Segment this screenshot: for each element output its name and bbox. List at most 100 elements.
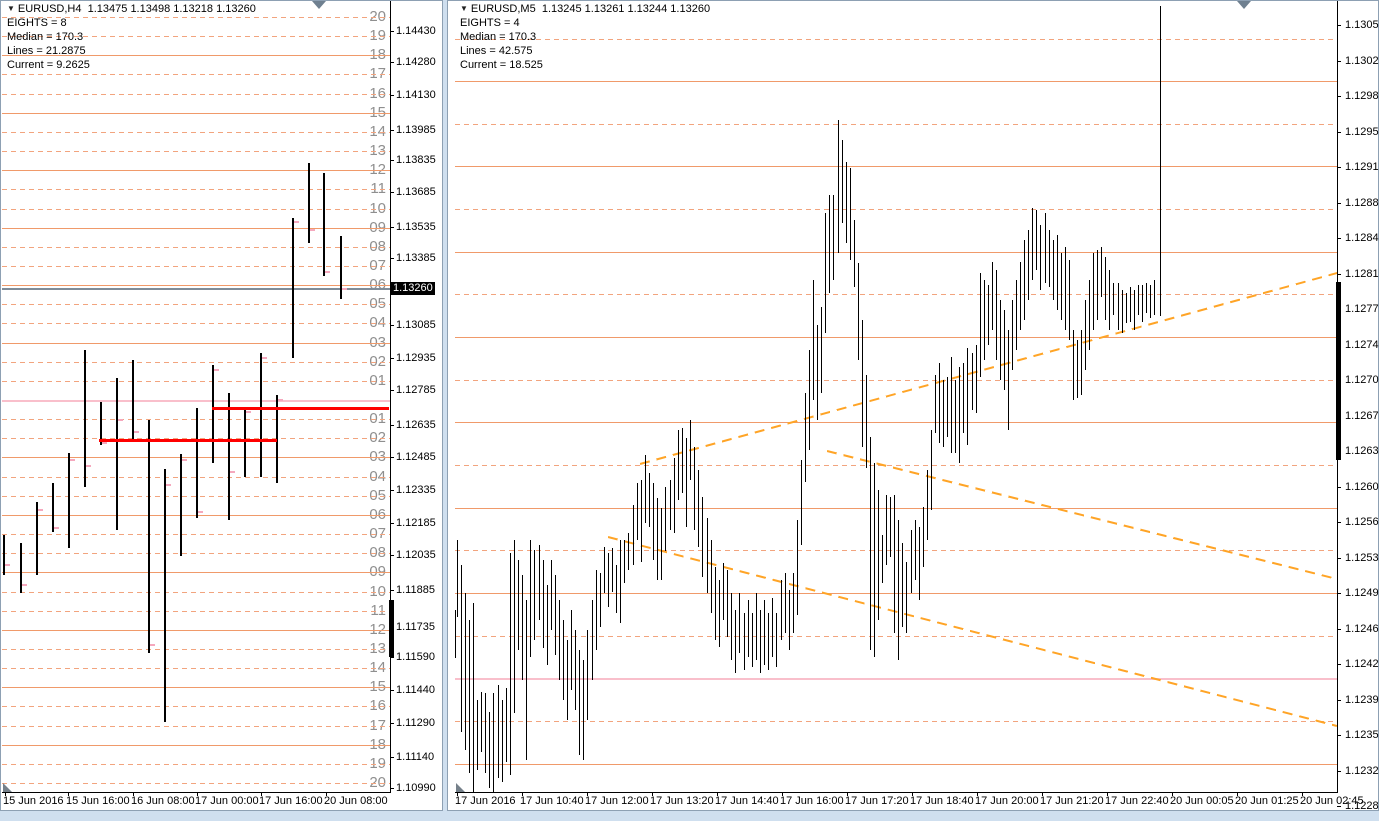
price-bar — [756, 593, 757, 660]
time-axis-tick — [5, 793, 6, 796]
price-bar — [707, 518, 708, 593]
price-bar — [1085, 300, 1086, 370]
eighths-gridline — [455, 721, 1337, 722]
price-bar — [608, 553, 609, 607]
price-bar — [1057, 235, 1058, 310]
close-tick — [278, 399, 283, 401]
price-axis-tick — [1337, 238, 1341, 239]
eighths-gridline — [2, 572, 390, 573]
price-bar — [1142, 285, 1143, 322]
price-bar — [906, 562, 907, 633]
price-bar — [992, 262, 993, 330]
price-bar — [947, 377, 948, 437]
price-axis-tick — [390, 227, 394, 228]
close-tick — [262, 357, 267, 359]
eighths-gridline — [2, 381, 390, 382]
price-bar — [645, 455, 646, 523]
time-axis-tick — [1237, 793, 1238, 796]
eighths-gridline — [2, 266, 390, 267]
price-bar — [711, 540, 712, 613]
close-tick — [38, 509, 43, 511]
price-axis-label: 1.13535 — [396, 221, 436, 233]
price-axis-label: 1.11440 — [396, 684, 435, 696]
price-axis-label: 1.12428 — [1345, 658, 1379, 670]
time-axis-tick — [1042, 793, 1043, 796]
price-bar — [1101, 247, 1102, 297]
price-bar — [1032, 208, 1033, 280]
close-tick — [246, 411, 251, 413]
time-axis-tick — [197, 793, 198, 796]
price-bar — [323, 173, 325, 276]
price-bar — [514, 540, 515, 713]
chart-shift-marker-icon[interactable] — [312, 1, 326, 9]
vertical-line-object[interactable] — [1160, 6, 1161, 316]
price-axis-tick — [1337, 167, 1341, 168]
price-bar — [624, 540, 625, 583]
price-bar — [180, 454, 182, 556]
price-bar — [563, 620, 564, 700]
eighths-gridline — [2, 706, 390, 707]
price-axis-tick — [390, 192, 394, 193]
price-bar — [894, 495, 895, 633]
eighths-gridline — [455, 209, 1337, 210]
price-axis-label: 1.12638 — [1345, 445, 1379, 457]
time-axis-label: 17 Jun 17:20 — [845, 795, 909, 807]
time-axis-label: 17 Jun 20:00 — [975, 795, 1039, 807]
price-bar — [821, 307, 822, 393]
price-bar — [661, 508, 662, 580]
scroll-corner-icon — [456, 783, 465, 792]
price-axis-tick — [390, 390, 394, 391]
red-level-line[interactable] — [99, 439, 277, 442]
price-bar — [583, 660, 584, 760]
price-axis-tick — [1337, 629, 1341, 630]
price-bar — [805, 393, 806, 482]
price-axis-tick — [1337, 25, 1341, 26]
chart-shift-marker-icon[interactable] — [1237, 1, 1251, 9]
price-bar — [829, 195, 830, 293]
price-bar — [919, 527, 920, 600]
eighths-gridline — [2, 170, 390, 171]
close-tick — [5, 564, 10, 566]
price-axis-label: 1.12568 — [1345, 516, 1379, 528]
price-bar — [1089, 280, 1090, 350]
price-bar — [481, 692, 482, 752]
price-axis-label: 1.12635 — [396, 419, 436, 431]
price-bar — [776, 613, 777, 667]
price-bar — [838, 120, 839, 253]
eighths-gridline — [455, 465, 1337, 466]
symbol-marker-icon: ▼ — [7, 4, 15, 13]
price-bar — [3, 535, 5, 575]
price-bar — [833, 195, 834, 280]
price-bar — [1069, 260, 1070, 340]
price-bar — [52, 483, 54, 532]
price-bar — [1105, 257, 1106, 320]
price-axis-label: 1.12778 — [1345, 303, 1379, 315]
price-bar — [1004, 310, 1005, 390]
price-bar — [1097, 250, 1098, 320]
red-level-line[interactable] — [212, 407, 389, 410]
price-bar — [866, 375, 867, 468]
price-bar — [744, 613, 745, 670]
close-tick — [70, 459, 75, 461]
price-bar — [212, 365, 214, 463]
price-bar — [649, 473, 650, 527]
price-axis-tick — [390, 425, 394, 426]
indicator-line-median: Median = 170.3 — [7, 31, 84, 43]
close-tick — [182, 459, 187, 461]
time-axis-label: 17 Jun 21:20 — [1040, 795, 1104, 807]
price-bar — [915, 520, 916, 580]
price-bar — [469, 620, 470, 773]
price-bar — [911, 530, 912, 593]
eighths-gridline — [455, 508, 1337, 509]
price-bar — [1077, 340, 1078, 398]
price-bar — [575, 630, 576, 710]
indicator-line-median: Median = 170.3 — [460, 31, 537, 43]
close-tick — [294, 221, 299, 223]
price-axis-label: 1.13985 — [396, 124, 436, 136]
price-bar — [731, 593, 732, 660]
price-bar — [686, 438, 687, 527]
price-axis-label: 1.13085 — [396, 319, 436, 331]
time-axis-tick — [912, 793, 913, 796]
price-axis-tick — [390, 95, 394, 96]
eighths-gridline — [2, 362, 390, 363]
